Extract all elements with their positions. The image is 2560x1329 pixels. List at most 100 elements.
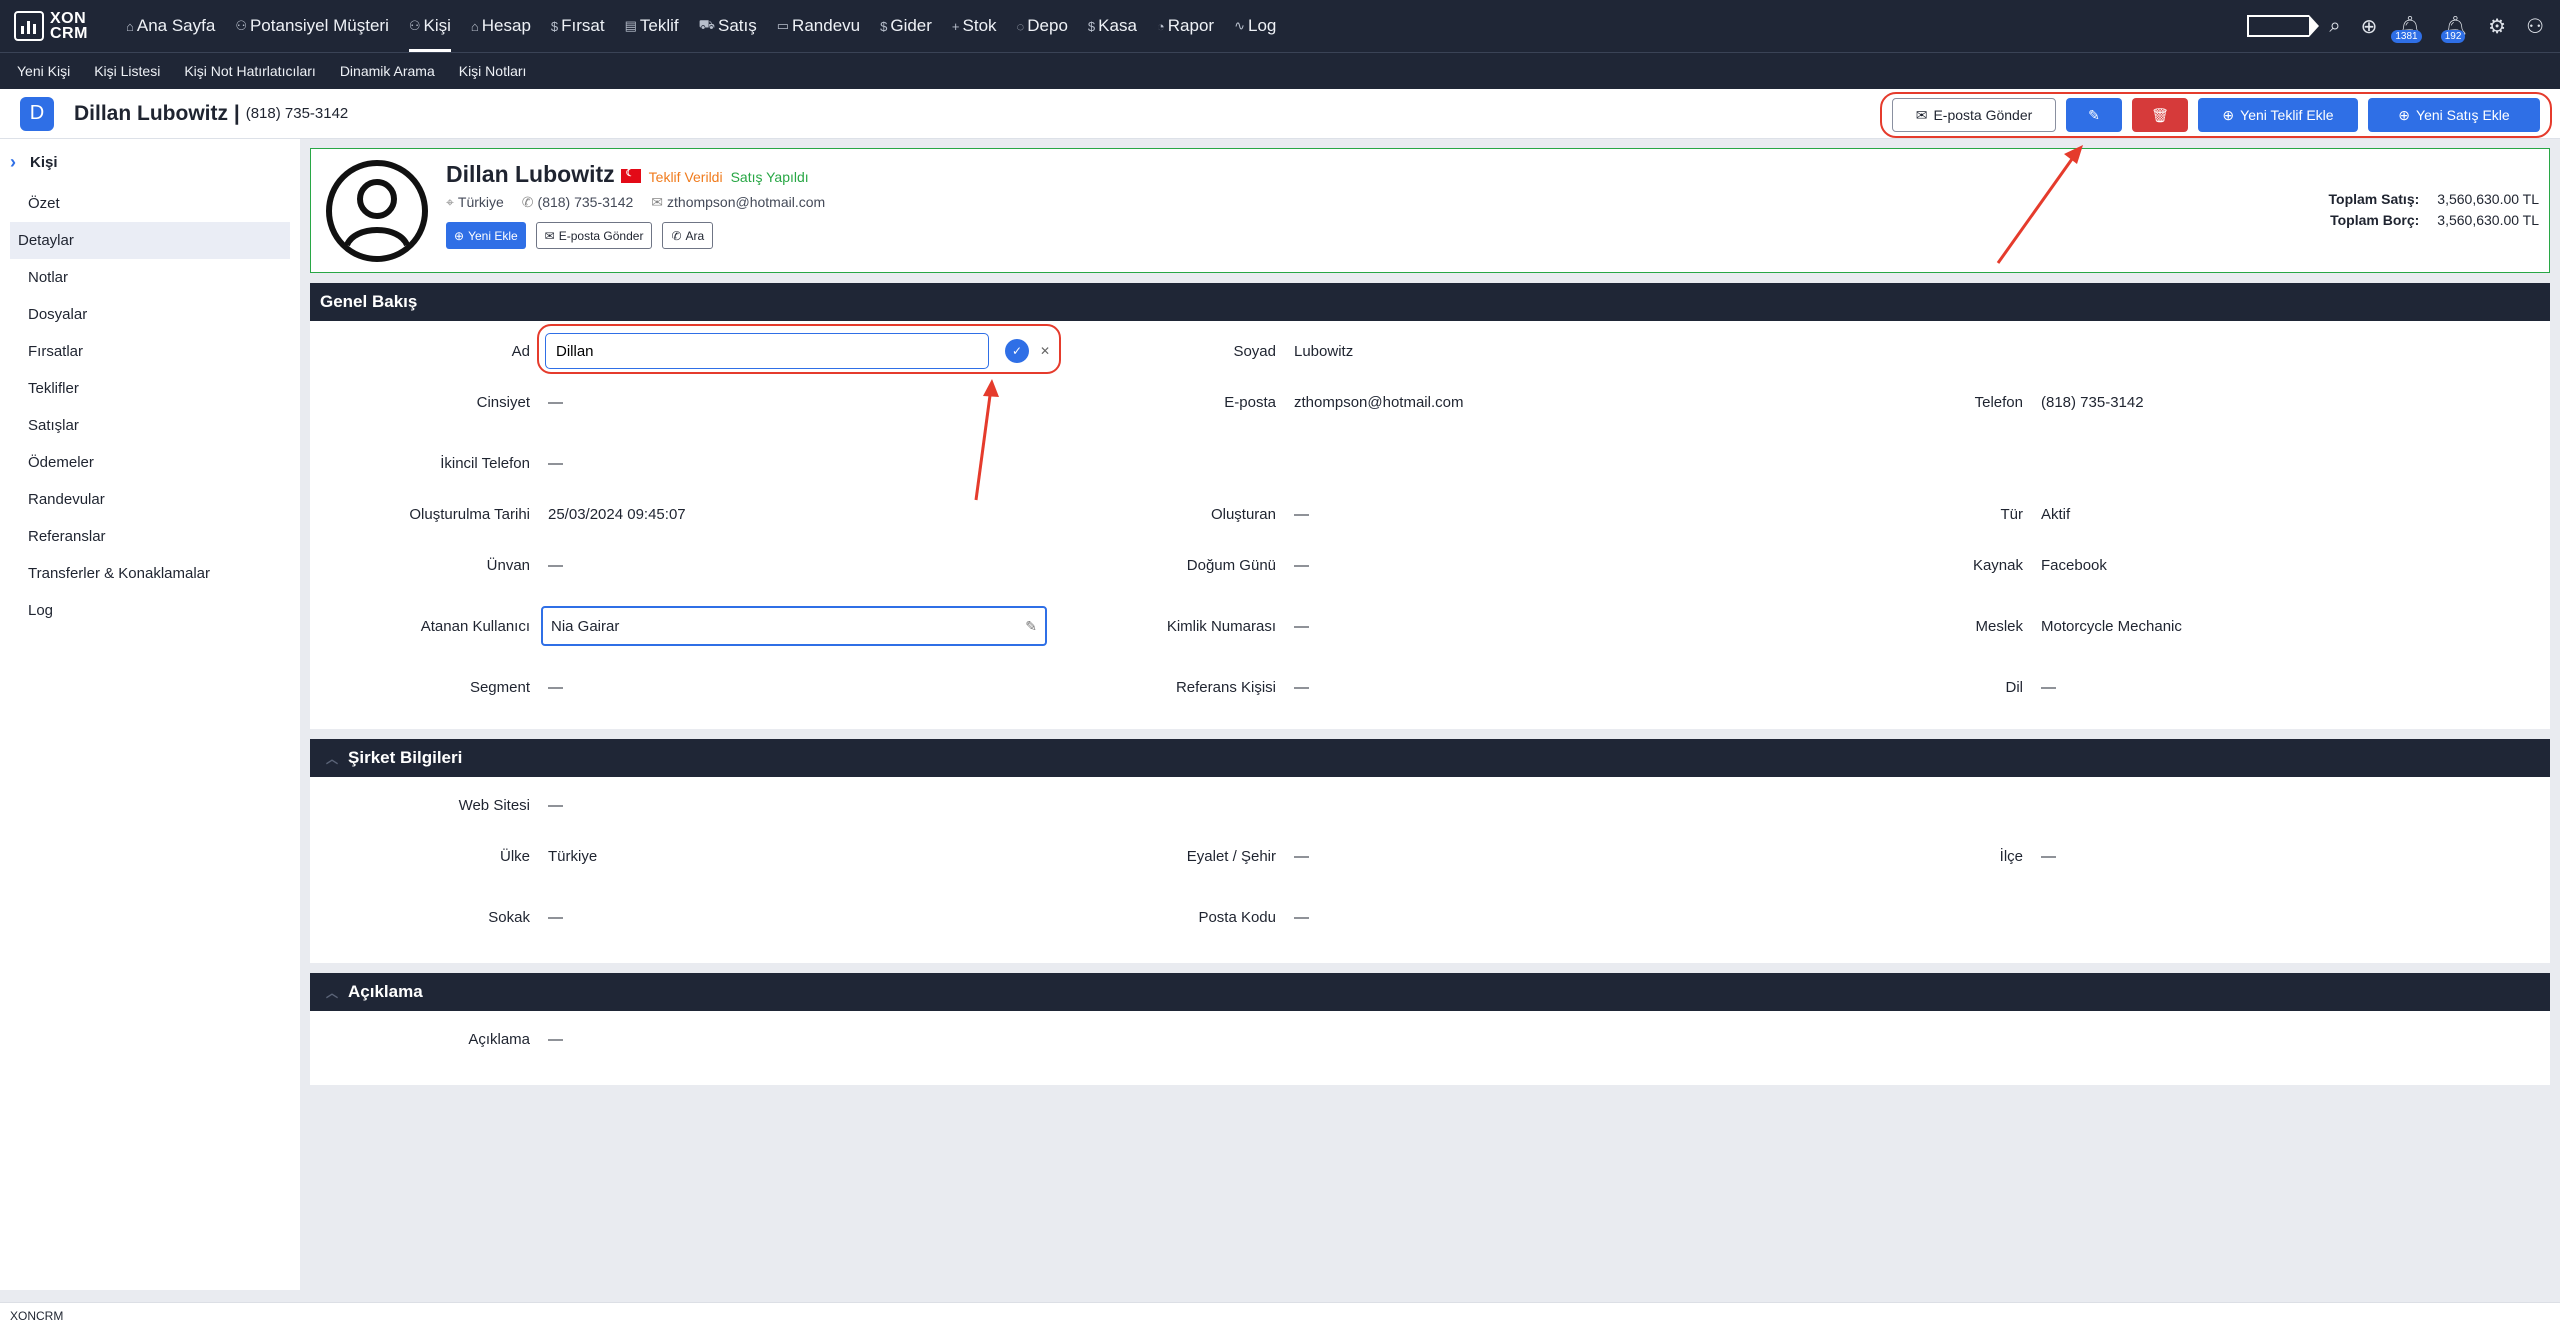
subnav-item[interactable]: Kişi Not Hatırlatıcıları: [184, 53, 315, 89]
subnav-item[interactable]: Kişi Listesi: [94, 53, 160, 89]
profile-meta: ⌖ Türkiye ✆ (818) 735-3142 ✉ zthompson@hotm…: [446, 194, 826, 210]
sidebar-item[interactable]: Fırsatlar: [10, 333, 290, 370]
nav-item-label: Gider: [890, 16, 932, 35]
edit-icon[interactable]: ✎: [1025, 618, 1037, 635]
sidebar-item[interactable]: Özet: [10, 185, 290, 222]
field-value[interactable]: Lubowitz: [1294, 343, 1353, 360]
nav-item[interactable]: + Stok: [952, 0, 997, 52]
field-label: Ad: [511, 343, 530, 360]
sidebar: › Kişi Özet Detaylar Notlar Dosyalar Fırsatl…: [0, 139, 300, 1290]
nav-item-label: Hesap: [481, 16, 531, 35]
turkey-flag-icon: [620, 168, 641, 183]
top-navbar: XON CRM ⌂ Ana Sayfa ⚇ Potansiyel Müşteri ⚇ Ki…: [0, 0, 2560, 52]
nav-item[interactable]: ▭ Randevu: [777, 0, 860, 52]
row-cinsiyet: Cinsiyet — E-posta zthompson@hotmail.com…: [476, 394, 2144, 411]
nav-item-icon: ▤: [624, 18, 637, 33]
sidebar-item[interactable]: Log: [10, 592, 290, 629]
profile-card: Dillan LubowitzTeklif VerildiSatış Yapıl…: [310, 148, 2550, 273]
first-name-input[interactable]: [545, 333, 989, 369]
nav-item[interactable]: $ Fırsat: [551, 0, 605, 52]
plus-circle-icon: ⊕: [2222, 106, 2235, 123]
nav-item-label: Rapor: [1167, 16, 1215, 35]
subnav-item[interactable]: Dinamik Arama: [340, 53, 435, 89]
sidebar-item[interactable]: Randevular: [10, 481, 290, 518]
subnav-item[interactable]: Yeni Kişi: [17, 53, 70, 89]
confirm-check-icon[interactable]: ✓: [1005, 339, 1029, 363]
profile-actions: ⊕ Yeni Ekle ✉ E-posta Gönder ✆ Ara: [446, 222, 714, 249]
logo[interactable]: XON CRM: [14, 11, 110, 42]
search-icon[interactable]: ⌕: [2329, 15, 2340, 38]
send-email-button[interactable]: ✉ E-posta Gönder: [1892, 98, 2056, 132]
nav-item-icon: ⚇: [408, 18, 421, 33]
total-sales-value: 3,560,630.00 TL: [2437, 191, 2539, 207]
plus-circle-icon: ⊕: [454, 228, 465, 243]
new-sale-button[interactable]: ⊕ Yeni Satış Ekle: [2368, 98, 2540, 132]
add-circle-icon[interactable]: ⊕: [2361, 14, 2378, 39]
row-ulke: Ülke Türkiye Eyalet / Şehir — İlçe —: [499, 848, 2056, 865]
header-actions: ✉ E-posta Gönder ✎ 🗑︎ ⊕ Yeni Teklif Ekle ⊕…: [1880, 92, 2552, 138]
total-debt-value: 3,560,630.00 TL: [2437, 212, 2539, 228]
trash-icon: 🗑︎: [2151, 106, 2169, 123]
overview-section: Genel Bakış Ad ✓ ✕ Soyad Lubowitz Cinsiy…: [310, 283, 2550, 729]
nav-item-label: Randevu: [792, 16, 861, 35]
edit-button[interactable]: ✎: [2066, 98, 2122, 132]
sidebar-item[interactable]: Satışlar: [10, 407, 290, 444]
nav-item[interactable]: ⌂ Hesap: [471, 0, 531, 52]
sidebar-menu: Özet Detaylar Notlar Dosyalar Fırsatlar Tekli…: [0, 185, 300, 629]
call-button[interactable]: ✆ Ara: [662, 222, 714, 249]
overview-header[interactable]: Genel Bakış: [310, 283, 2550, 321]
add-new-button[interactable]: ⊕ Yeni Ekle: [446, 222, 526, 249]
user-profile-icon[interactable]: ⚇: [2526, 14, 2544, 39]
sidebar-item[interactable]: Ödemeler: [10, 444, 290, 481]
status-tag-quote: Teklif Verildi: [648, 169, 723, 185]
sidebar-item[interactable]: Dosyalar: [10, 296, 290, 333]
mail-icon: ✉: [1915, 106, 1928, 123]
nav-item[interactable]: ∿ Log: [1234, 0, 1276, 52]
subnav-item[interactable]: Kişi Notları: [459, 53, 527, 89]
settings-gear-icon[interactable]: ⚙: [2488, 14, 2506, 39]
nav-item-icon: ◌: [1016, 18, 1025, 34]
sub-navbar: Yeni Kişi Kişi Listesi Kişi Not Hatırlatıc…: [0, 52, 2560, 89]
nav-item-label: Teklif: [639, 16, 679, 35]
nav-item-icon: $: [550, 18, 559, 34]
nav-item[interactable]: ⛟ Satış: [699, 0, 757, 52]
nav-item-label: Ana Sayfa: [136, 16, 216, 35]
chevron-up-icon: ︿: [326, 985, 339, 1000]
sidebar-header[interactable]: › Kişi: [10, 139, 300, 185]
sidebar-item[interactable]: Detaylar: [10, 222, 290, 259]
cancel-x-icon[interactable]: ✕: [1033, 339, 1057, 363]
delete-button[interactable]: 🗑︎: [2132, 98, 2188, 132]
notification-bell-icon[interactable]: 🔔︎ 1381: [2391, 14, 2423, 43]
sidebar-item[interactable]: Teklifler: [10, 370, 290, 407]
phone-icon: ✆: [521, 194, 534, 210]
new-quote-button[interactable]: ⊕ Yeni Teklif Ekle: [2198, 98, 2358, 132]
arrow-outline-icon[interactable]: [2247, 15, 2320, 37]
profile-email-button[interactable]: ✉ E-posta Gönder: [535, 222, 653, 249]
company-section: ︿ Şirket Bilgileri Web Sitesi — Ülke Türk…: [310, 739, 2550, 963]
description-section: ︿ Açıklama Açıklama —: [310, 973, 2550, 1085]
nav-item[interactable]: ▤ Teklif: [625, 0, 679, 52]
nav-item[interactable]: ◔ Rapor: [1157, 0, 1214, 52]
reminder-count-badge: 192: [2440, 29, 2466, 43]
nav-item[interactable]: ◌ Depo: [1017, 0, 1068, 52]
nav-tools: ⌕ ⊕ 🔔︎ 1381 🔔︎ 192 ⚙ ⚇: [2247, 14, 2544, 43]
assigned-user-input[interactable]: Nia Gairar ✎: [541, 606, 1047, 646]
row-aciklama: Açıklama —: [468, 1031, 563, 1048]
company-header[interactable]: ︿ Şirket Bilgileri: [310, 739, 2550, 777]
sidebar-item[interactable]: Notlar: [10, 259, 290, 296]
nav-item[interactable]: ⌂ Ana Sayfa: [126, 0, 215, 52]
row-atanan: Atanan Kullanıcı Nia Gairar ✎ Kimlik Numa…: [310, 601, 2550, 663]
nav-item[interactable]: ⚇ Potansiyel Müşteri: [235, 0, 389, 52]
nav-item[interactable]: $ Gider: [880, 0, 932, 52]
chevron-up-icon: ︿: [326, 751, 339, 766]
totals: Toplam Satış: 3,560,630.00 TL Toplam Borç…: [2328, 191, 2539, 228]
description-header[interactable]: ︿ Açıklama: [310, 973, 2550, 1011]
sidebar-item[interactable]: Transferler & Konaklamalar: [10, 555, 290, 592]
notification-count-badge: 1381: [2391, 29, 2422, 43]
reminder-bell-icon[interactable]: 🔔︎ 192: [2440, 14, 2468, 43]
nav-item[interactable]: $ Kasa: [1088, 0, 1137, 52]
nav-item-label: Kişi: [423, 16, 451, 35]
main-content: Dillan LubowitzTeklif VerildiSatış Yapıl…: [310, 148, 2550, 1085]
sidebar-item[interactable]: Referanslar: [10, 518, 290, 555]
nav-item[interactable]: ⚇ Kişi: [408, 0, 451, 52]
